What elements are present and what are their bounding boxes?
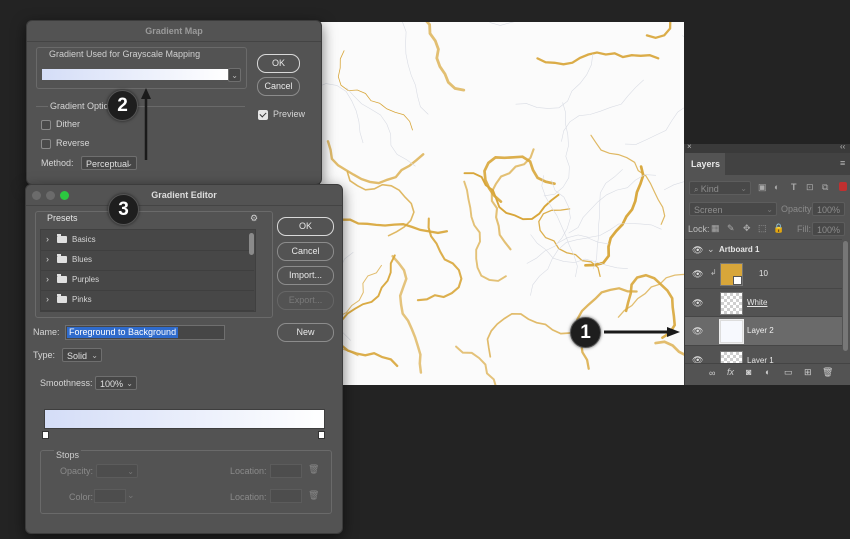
annotation-arrows <box>141 88 680 337</box>
arrow-2-head <box>141 88 151 99</box>
arrow-1-head <box>667 327 680 337</box>
